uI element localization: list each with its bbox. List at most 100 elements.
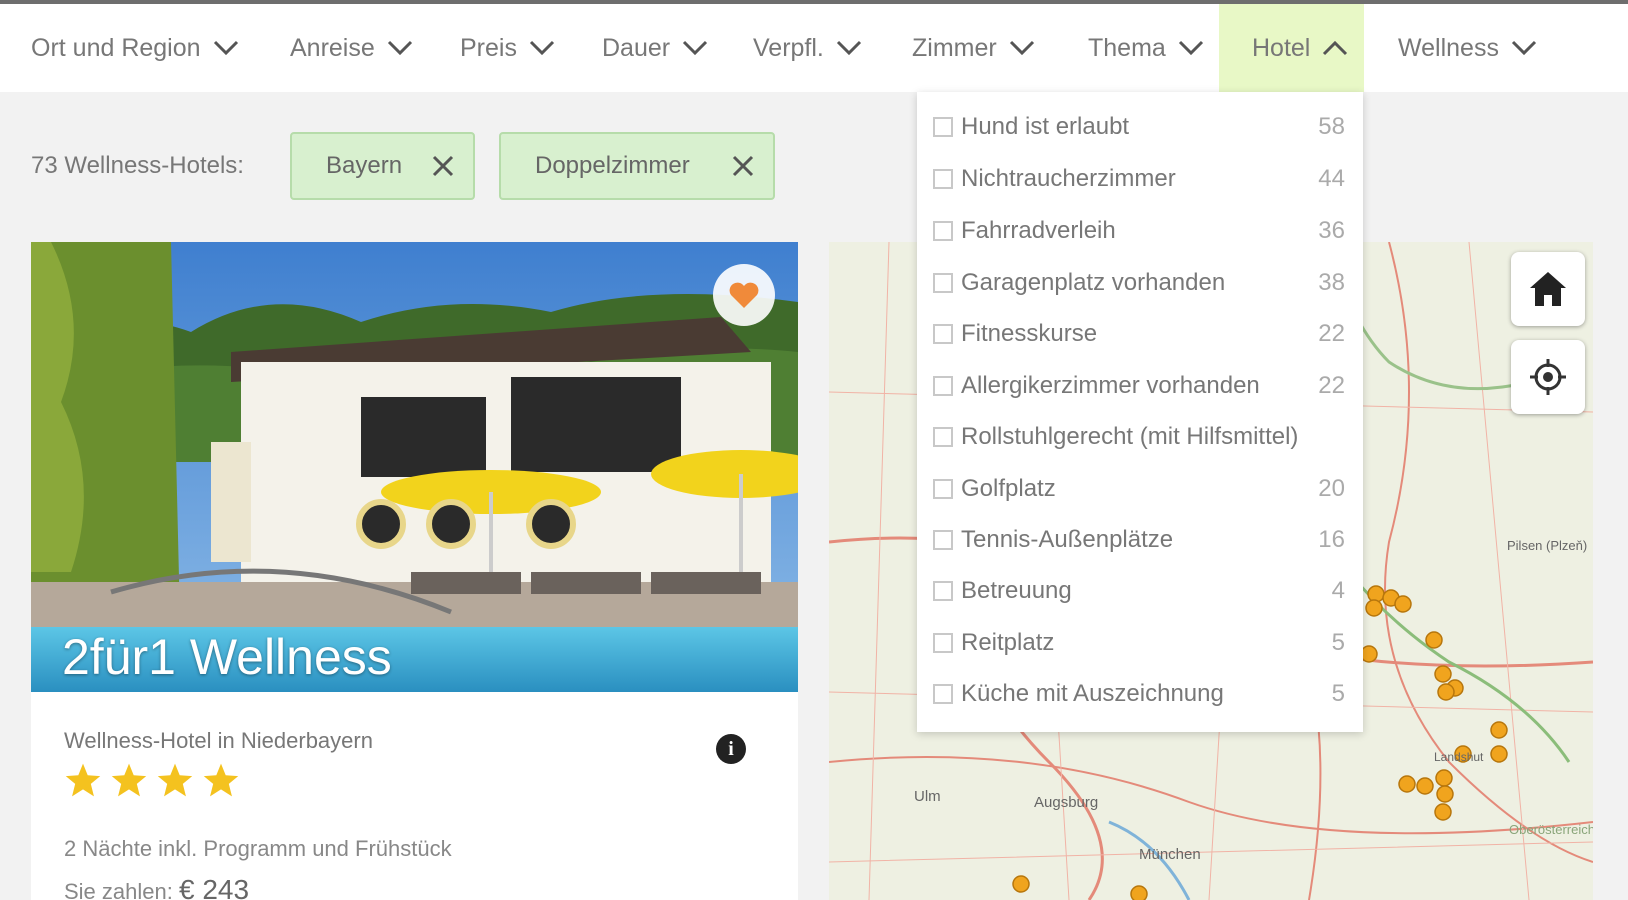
- price-amount: € 243: [178, 874, 250, 900]
- filter-wellness[interactable]: Wellness: [1398, 4, 1537, 92]
- option-fahrradverleih[interactable]: Fahrradverleih 36: [917, 206, 1363, 256]
- favorite-button[interactable]: [713, 264, 775, 326]
- filter-anreise[interactable]: Anreise: [290, 4, 413, 92]
- card-price: Sie zahlen: € 243: [64, 874, 249, 900]
- chevron-down-icon: [836, 34, 862, 63]
- chevron-up-icon: [1322, 34, 1348, 63]
- home-icon: [1530, 272, 1566, 306]
- chip-label: Bayern: [326, 152, 403, 179]
- home-button[interactable]: [1511, 252, 1585, 326]
- filter-bar: Ort und Region Anreise Preis Dauer Verpf…: [0, 4, 1628, 92]
- results-count: 73 Wellness-Hotels:: [31, 152, 244, 179]
- option-kueche[interactable]: Küche mit Auszeichnung 5: [917, 669, 1363, 719]
- star-icon: [203, 763, 239, 797]
- chevron-down-icon: [682, 34, 708, 63]
- chevron-down-icon: [1009, 34, 1035, 63]
- option-label: Allergikerzimmer vorhanden: [961, 372, 1260, 399]
- checkbox[interactable]: [933, 479, 953, 499]
- map-place-label: Landshut: [1434, 750, 1484, 764]
- hotel-card[interactable]: [31, 242, 798, 900]
- option-garagenplatz[interactable]: Garagenplatz vorhanden 38: [917, 258, 1363, 308]
- checkbox[interactable]: [933, 376, 953, 396]
- checkbox[interactable]: [933, 633, 953, 653]
- filter-label: Dauer: [602, 33, 671, 62]
- option-fitnesskurse[interactable]: Fitnesskurse 22: [917, 309, 1363, 359]
- close-icon[interactable]: [431, 154, 455, 185]
- filter-label: Ort und Region: [31, 33, 201, 62]
- filter-label: Verpfl.: [753, 33, 824, 62]
- map-place-label: München: [1139, 846, 1201, 863]
- chip-label: Doppelzimmer: [535, 152, 690, 179]
- option-label: Fahrradverleih: [961, 217, 1116, 244]
- filter-dauer[interactable]: Dauer: [602, 4, 708, 92]
- filter-label: Thema: [1088, 33, 1166, 62]
- checkbox[interactable]: [933, 117, 953, 137]
- checkbox[interactable]: [933, 581, 953, 601]
- chevron-down-icon: [1178, 34, 1204, 63]
- option-tennis[interactable]: Tennis-Außenplätze 16: [917, 515, 1363, 565]
- filter-region[interactable]: Ort und Region: [31, 4, 239, 92]
- option-label: Betreuung: [961, 577, 1072, 604]
- checkbox[interactable]: [933, 169, 953, 189]
- option-label: Fitnesskurse: [961, 320, 1098, 347]
- option-label: Golfplatz: [961, 475, 1056, 502]
- chevron-down-icon: [529, 34, 555, 63]
- card-subtitle: Wellness-Hotel in Niederbayern: [64, 728, 373, 753]
- filter-preis[interactable]: Preis: [460, 4, 555, 92]
- card-description: 2 Nächte inkl. Programm und Frühstück: [64, 836, 452, 861]
- option-label: Nichtraucherzimmer: [961, 165, 1176, 192]
- chevron-down-icon: [1511, 34, 1537, 63]
- option-count: 20: [1318, 475, 1345, 502]
- option-rollstuhlgerecht[interactable]: Rollstuhlgerecht (mit Hilfsmittel): [917, 412, 1363, 462]
- option-label: Rollstuhlgerecht (mit Hilfsmittel): [961, 423, 1299, 450]
- close-icon[interactable]: [731, 154, 755, 185]
- star-icon: [65, 763, 101, 797]
- chevron-down-icon: [213, 34, 239, 63]
- locate-button[interactable]: [1511, 340, 1585, 414]
- filter-label: Anreise: [290, 33, 375, 62]
- filter-label: Zimmer: [912, 33, 997, 62]
- filter-hotel[interactable]: Hotel: [1219, 4, 1364, 92]
- price-label: Sie zahlen:: [64, 879, 173, 900]
- option-count: 22: [1318, 372, 1345, 399]
- checkbox[interactable]: [933, 221, 953, 241]
- option-label: Hund ist erlaubt: [961, 113, 1130, 140]
- info-icon[interactable]: i: [716, 734, 746, 764]
- map-place-label: Pilsen (Plzeň): [1507, 538, 1588, 553]
- hotel-photo[interactable]: [31, 242, 798, 692]
- checkbox[interactable]: [933, 427, 953, 447]
- option-reitplatz[interactable]: Reitplatz 5: [917, 618, 1363, 668]
- checkbox[interactable]: [933, 530, 953, 550]
- option-label: Küche mit Auszeichnung: [961, 680, 1224, 707]
- filter-label: Wellness: [1398, 33, 1499, 62]
- map-place-label: Oberösterreich: [1509, 822, 1593, 837]
- filter-label: Preis: [460, 33, 517, 62]
- option-count: 5: [1331, 629, 1345, 656]
- checkbox[interactable]: [933, 273, 953, 293]
- option-hund[interactable]: Hund ist erlaubt 58: [917, 102, 1363, 152]
- option-allergikerzimmer[interactable]: Allergikerzimmer vorhanden 22: [917, 361, 1363, 411]
- option-count: 22: [1318, 320, 1345, 347]
- filter-zimmer[interactable]: Zimmer: [912, 4, 1035, 92]
- option-betreuung[interactable]: Betreuung 4: [917, 566, 1363, 616]
- chevron-down-icon: [387, 34, 413, 63]
- option-label: Tennis-Außenplätze: [961, 526, 1174, 553]
- checkbox[interactable]: [933, 324, 953, 344]
- option-count: 36: [1318, 217, 1345, 244]
- option-nichtraucher[interactable]: Nichtraucherzimmer 44: [917, 154, 1363, 204]
- option-count: 4: [1331, 577, 1345, 604]
- active-filter-chip[interactable]: Doppelzimmer: [499, 132, 775, 200]
- star-rating: [64, 762, 240, 798]
- locate-icon: [1530, 359, 1566, 395]
- filter-verpflegung[interactable]: Verpfl.: [753, 4, 862, 92]
- active-filter-chip[interactable]: Bayern: [290, 132, 475, 200]
- map-place-label: Ulm: [914, 788, 941, 805]
- checkbox[interactable]: [933, 684, 953, 704]
- filter-label: Hotel: [1252, 33, 1311, 62]
- card-image-title: 2für1 Wellness: [62, 629, 392, 685]
- option-count: 58: [1318, 113, 1345, 140]
- star-icon: [111, 763, 147, 797]
- option-golfplatz[interactable]: Golfplatz 20: [917, 464, 1363, 514]
- heart-icon: [729, 282, 759, 308]
- filter-thema[interactable]: Thema: [1088, 4, 1204, 92]
